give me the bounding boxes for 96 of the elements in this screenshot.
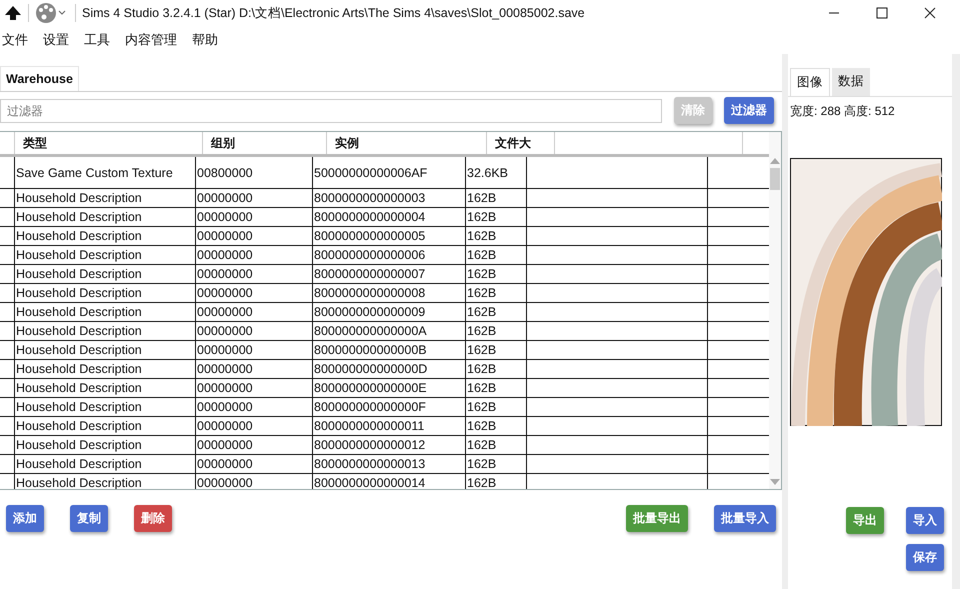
table-cell: 162B [466,341,527,359]
table-cell: 162B [466,398,527,416]
table-cell: 162B [466,246,527,264]
document-tab[interactable]: Warehouse [0,66,79,91]
table-cell: 800000000000000E [313,379,466,397]
table-cell: 8000000000000007 [313,265,466,283]
table-cell: 8000000000000008 [313,284,466,302]
column-header[interactable]: 组别 [203,132,327,154]
table-cell: 800000000000000A [313,322,466,340]
table-cell: 32.6KB [466,157,527,188]
table-cell: 800000000000000D [313,360,466,378]
table-cell: 50000000000006AF [313,157,466,188]
table-cell: 00000000 [196,227,313,245]
table-cell: Household Description [15,417,196,435]
table-cell: 162B [466,265,527,283]
table-cell: 00000000 [196,341,313,359]
table-cell: 162B [466,455,527,473]
preview-tab[interactable]: 图像 [790,68,830,96]
table-cell: Household Description [15,322,196,340]
batch-button[interactable]: 批量导入 [714,505,776,532]
table-cell: Household Description [15,284,196,302]
table-cell: 8000000000000005 [313,227,466,245]
table-cell: Household Description [15,189,196,207]
menu-item[interactable]: 帮助 [192,31,218,49]
table-cell: 00000000 [196,284,313,302]
table-cell: 00000000 [196,189,313,207]
up-arrow-icon[interactable] [4,5,22,21]
table-cell: 00000000 [196,379,313,397]
table-cell: Household Description [15,436,196,454]
table-cell: Household Description [15,341,196,359]
table-cell: 00000000 [196,208,313,226]
table-cell: Household Description [15,360,196,378]
table-cell: 162B [466,322,527,340]
image-action-button[interactable]: 导入 [906,507,944,534]
table-cell: 00000000 [196,322,313,340]
table-cell: 00000000 [196,474,313,489]
table-cell: 00000000 [196,455,313,473]
table-cell: 8000000000000004 [313,208,466,226]
table-cell: Household Description [15,208,196,226]
save-button[interactable]: 保存 [906,544,944,571]
table-cell: 800000000000000B [313,341,466,359]
table-cell: 8000000000000003 [313,189,466,207]
table-cell: 162B [466,379,527,397]
table-cell: 00000000 [196,360,313,378]
table-cell: 00000000 [196,417,313,435]
table-cell: Household Description [15,227,196,245]
table-cell: 00800000 [196,157,313,188]
action-button[interactable]: 复制 [70,505,108,532]
column-header[interactable]: 类型 [15,132,203,154]
table-cell: Household Description [15,246,196,264]
column-header[interactable]: 实例 [327,132,487,154]
table-cell: 8000000000000006 [313,246,466,264]
table-cell: 162B [466,284,527,302]
scroll-thumb[interactable] [770,168,780,190]
scroll-up-icon[interactable] [770,158,780,164]
action-button[interactable]: 删除 [134,505,172,532]
table-cell: 162B [466,303,527,321]
menu-item[interactable]: 设置 [43,31,69,49]
table-cell: Household Description [15,303,196,321]
table-cell: 00000000 [196,436,313,454]
table-cell: 00000000 [196,303,313,321]
table-cell: 162B [466,417,527,435]
table-cell: 00000000 [196,398,313,416]
table-cell: 162B [466,360,527,378]
table-cell: Save Game Custom Texture [15,157,196,188]
column-header[interactable]: 文件大 [487,132,555,154]
table-cell: 8000000000000014 [313,474,466,489]
table-cell: Household Description [15,379,196,397]
action-button[interactable]: 添加 [6,505,44,532]
menu-item[interactable]: 文件 [2,31,28,49]
table-cell: 8000000000000012 [313,436,466,454]
table-cell: 162B [466,208,527,226]
table-cell: 00000000 [196,246,313,264]
table-cell: 00000000 [196,265,313,283]
table-cell: Household Description [15,455,196,473]
maximize-icon[interactable] [876,7,888,19]
preview-tab[interactable]: 数据 [832,68,870,96]
table-cell: Household Description [15,265,196,283]
close-icon[interactable] [924,7,936,19]
menu-item[interactable]: 工具 [84,31,110,49]
table-cell: 800000000000000F [313,398,466,416]
table-cell: 162B [466,474,527,489]
table-cell: 8000000000000011 [313,417,466,435]
scrollbar[interactable] [769,132,781,489]
table-cell: 8000000000000009 [313,303,466,321]
window-title: Sims 4 Studio 3.2.4.1 (Star) D:\文档\Electronic Arts\The Sims 4\saves\Slot_00085002.save [82,4,585,22]
table-cell: 162B [466,436,527,454]
table-cell: Household Description [15,398,196,416]
table-cell: 8000000000000013 [313,455,466,473]
filter-button[interactable]: 过滤器 [724,97,774,124]
scroll-down-icon[interactable] [770,479,780,485]
menu-item[interactable]: 内容管理 [125,31,177,49]
table-cell: 162B [466,227,527,245]
table-cell: 162B [466,189,527,207]
filter-field[interactable]: 过滤器 [0,98,662,122]
image-dimensions: 宽度: 288 高度: 512 [790,103,896,120]
